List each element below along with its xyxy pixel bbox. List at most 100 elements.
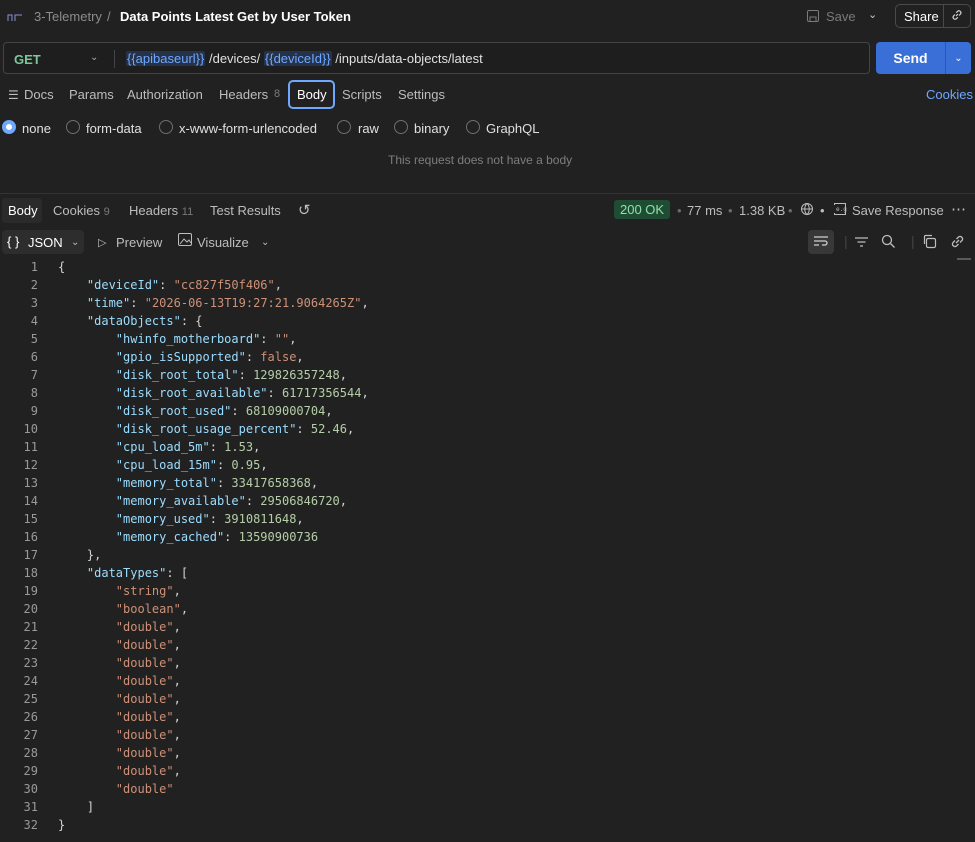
url-variable-deviceid[interactable]: {{deviceId}} bbox=[263, 51, 332, 66]
url-bar[interactable]: GET ⌄ {{apibaseurl}} /devices/ {{deviceI… bbox=[3, 42, 870, 74]
line-number: 13 bbox=[23, 476, 38, 490]
http-method-select[interactable]: GET bbox=[14, 52, 41, 67]
copy-icon[interactable] bbox=[922, 234, 937, 252]
save-options-chevron-icon[interactable]: ⌄ bbox=[868, 8, 877, 21]
response-size[interactable]: 1.38 KB bbox=[739, 203, 785, 218]
tab-body[interactable]: Body bbox=[297, 87, 327, 102]
save-label: Save bbox=[826, 8, 856, 24]
radio-form-data[interactable] bbox=[66, 120, 80, 134]
url-variable-apibaseurl[interactable]: {{apibaseurl}} bbox=[126, 51, 206, 66]
tab-scripts[interactable]: Scripts bbox=[342, 87, 382, 102]
network-globe-icon[interactable] bbox=[800, 202, 815, 220]
line-number: 7 bbox=[30, 368, 38, 382]
response-time[interactable]: 77 ms bbox=[687, 203, 722, 218]
cookies-link[interactable]: Cookies bbox=[926, 87, 973, 102]
radio-none[interactable] bbox=[2, 120, 16, 134]
save-button[interactable]: Save bbox=[806, 5, 856, 27]
json-array-item: "double" bbox=[115, 620, 174, 634]
radio-urlencoded-label[interactable]: x-www-form-urlencoded bbox=[179, 121, 317, 136]
visualize-image-icon bbox=[178, 233, 192, 249]
response-tab-cookies[interactable]: Cookies 9 bbox=[53, 203, 110, 218]
radio-binary[interactable] bbox=[394, 120, 408, 134]
json-value: 3910811648 bbox=[224, 512, 297, 526]
tab-authorization[interactable]: Authorization bbox=[127, 87, 203, 102]
line-number: 22 bbox=[23, 638, 38, 652]
save-icon bbox=[807, 10, 819, 22]
code-line: 22 "double", bbox=[0, 636, 960, 654]
request-title[interactable]: Data Points Latest Get by User Token bbox=[120, 9, 351, 24]
breadcrumb-collection[interactable]: 3-Telemetry bbox=[34, 9, 102, 24]
status-badge[interactable]: 200 OK bbox=[614, 200, 671, 219]
history-icon[interactable]: ↺ bbox=[298, 201, 311, 219]
tab-params[interactable]: Params bbox=[69, 87, 114, 102]
search-icon[interactable] bbox=[881, 234, 896, 252]
code-line: 15 "memory_used": 3910811648, bbox=[0, 510, 960, 528]
json-array-item: "double" bbox=[115, 764, 174, 778]
response-tab-headers[interactable]: Headers 11 bbox=[129, 203, 193, 218]
format-chevron-icon[interactable]: ⌄ bbox=[71, 237, 79, 248]
radio-none-label[interactable]: none bbox=[22, 121, 51, 136]
code-line: 14 "memory_available": 29506846720, bbox=[0, 492, 960, 510]
code-line: 25 "double", bbox=[0, 690, 960, 708]
code-line: 27 "double", bbox=[0, 726, 960, 744]
line-number: 32 bbox=[23, 818, 38, 832]
json-array-item: "double" bbox=[115, 692, 174, 706]
filter-icon[interactable] bbox=[854, 235, 869, 251]
share-button[interactable]: Share bbox=[895, 4, 971, 28]
json-array-item: "double" bbox=[115, 656, 174, 670]
code-line: 8 "disk_root_available": 61717356544, bbox=[0, 384, 960, 402]
json-array-item: "double" bbox=[115, 782, 174, 796]
copy-link-icon[interactable] bbox=[944, 9, 970, 24]
radio-form-data-label[interactable]: form-data bbox=[86, 121, 142, 136]
tab-headers-count: 8 bbox=[274, 88, 281, 100]
line-number: 18 bbox=[23, 566, 38, 580]
docs-icon: ☰ bbox=[8, 88, 19, 102]
code-line: 1{ bbox=[0, 258, 960, 276]
send-options-chevron-icon[interactable]: ⌄ bbox=[946, 53, 971, 64]
json-array-item: "boolean" bbox=[115, 602, 181, 616]
line-number: 27 bbox=[23, 728, 38, 742]
code-line: 29 "double", bbox=[0, 762, 960, 780]
code-line: 2 "deviceId": "cc827f50f406", bbox=[0, 276, 960, 294]
response-tab-body[interactable]: Body bbox=[8, 203, 38, 218]
method-chevron-icon[interactable]: ⌄ bbox=[90, 52, 98, 63]
radio-raw-label[interactable]: raw bbox=[358, 121, 379, 136]
tab-settings[interactable]: Settings bbox=[398, 87, 445, 102]
svg-text:e.g: e.g bbox=[836, 206, 847, 213]
line-number: 3 bbox=[30, 296, 38, 310]
radio-binary-label[interactable]: binary bbox=[414, 121, 449, 136]
tab-headers[interactable]: Headers bbox=[219, 87, 268, 102]
visualize-button[interactable]: Visualize bbox=[197, 235, 249, 250]
json-value: 61717356544 bbox=[281, 386, 362, 400]
json-key: "memory_used" bbox=[115, 512, 210, 526]
radio-raw[interactable] bbox=[337, 120, 351, 134]
pane-divider[interactable] bbox=[0, 193, 975, 194]
code-line: 16 "memory_cached": 13590900736 bbox=[0, 528, 960, 546]
json-key: "memory_cached" bbox=[115, 530, 225, 544]
json-value: 68109000704 bbox=[245, 404, 326, 418]
line-number: 25 bbox=[23, 692, 38, 706]
send-label: Send bbox=[893, 50, 928, 66]
send-button[interactable]: Send ⌄ bbox=[876, 42, 971, 74]
preview-button[interactable]: Preview bbox=[116, 235, 162, 250]
radio-graphql-label[interactable]: GraphQL bbox=[486, 121, 539, 136]
code-line: 17 }, bbox=[0, 546, 960, 564]
json-key: "disk_root_usage_percent" bbox=[115, 422, 297, 436]
link-icon[interactable] bbox=[950, 234, 965, 252]
radio-urlencoded[interactable] bbox=[159, 120, 173, 134]
more-options-icon[interactable]: ⋯ bbox=[951, 200, 967, 218]
response-tab-test-results[interactable]: Test Results bbox=[210, 203, 281, 218]
response-tab-cookies-count: 9 bbox=[103, 206, 110, 218]
save-response-button[interactable]: Save Response bbox=[852, 203, 944, 218]
format-label[interactable]: JSON bbox=[28, 235, 63, 250]
http-request-icon bbox=[6, 9, 24, 23]
wrap-lines-icon[interactable] bbox=[813, 235, 829, 251]
meta-separator: • bbox=[788, 203, 793, 218]
url-input[interactable]: {{apibaseurl}} /devices/ {{deviceId}} /i… bbox=[126, 51, 483, 66]
save-response-icon[interactable]: e.g bbox=[833, 202, 847, 219]
tab-docs[interactable]: Docs bbox=[24, 87, 54, 102]
code-line: 6 "gpio_isSupported": false, bbox=[0, 348, 960, 366]
response-body-editor[interactable]: 1{ 2 "deviceId": "cc827f50f406", 3 "time… bbox=[0, 258, 960, 834]
visualize-chevron-icon[interactable]: ⌄ bbox=[261, 237, 269, 248]
radio-graphql[interactable] bbox=[466, 120, 480, 134]
